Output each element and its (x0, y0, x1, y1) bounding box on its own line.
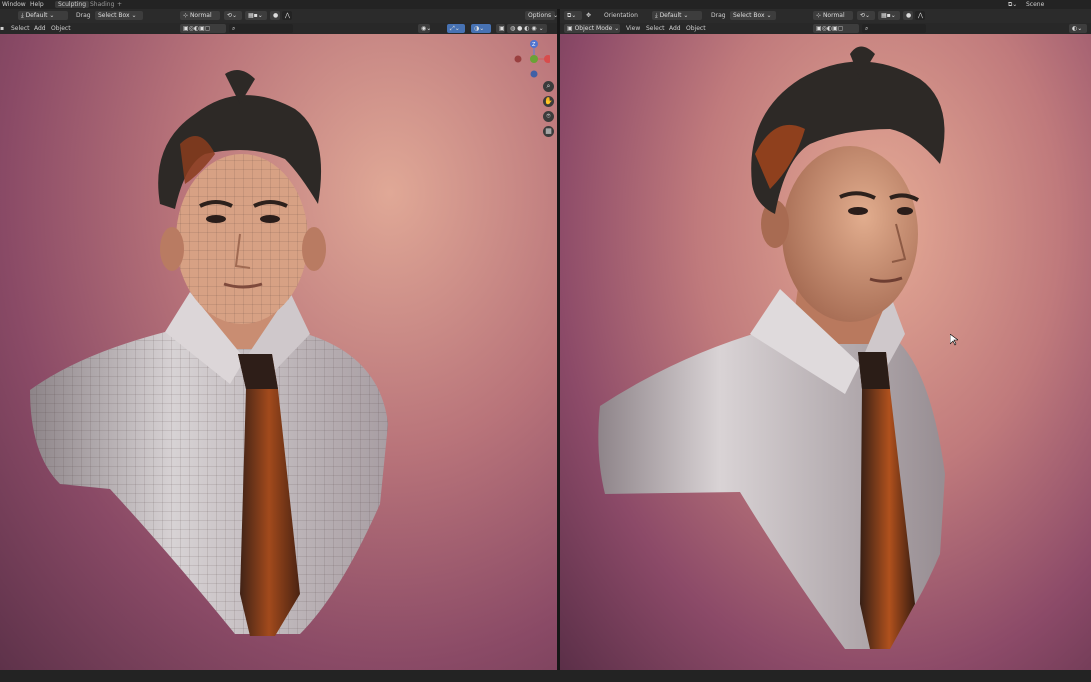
left-falloff-icon[interactable]: ⋀ (282, 11, 292, 20)
right-viewport-menubar: ▣ Object Mode ⌄ View Select Add Object ▣… (560, 23, 1091, 34)
tab-shading[interactable]: Shading (90, 1, 114, 8)
right-shading-icon[interactable]: ◐⌄ (1069, 24, 1087, 33)
left-snap-icon[interactable]: ▦▪⌄ (245, 11, 267, 20)
left-pivot-icon[interactable]: ⟲⌄ (224, 11, 242, 20)
right-proportional-icon[interactable]: ● (903, 11, 913, 20)
pan-hand-icon[interactable]: ✋ (543, 96, 554, 107)
right-selectability-icons[interactable]: ▣◎◐▣▢ (813, 24, 859, 33)
add-workspace-button[interactable]: + (117, 1, 122, 8)
right-filter-search[interactable]: ⌕ (862, 24, 926, 33)
mouse-cursor-icon (950, 334, 958, 346)
top-menu-bar: Window Help Sculpting Shading + ⧉⌄ Scene (0, 0, 1091, 9)
scene-selector-icon[interactable]: ⧉⌄ (1008, 1, 1017, 9)
right-3d-viewport[interactable] (560, 34, 1091, 670)
right-menu-view[interactable]: View (626, 24, 640, 33)
left-orientation-dropdown[interactable]: ⤓ Default ⌄ (18, 11, 68, 20)
right-orientation-value: Default (659, 12, 682, 19)
right-falloff-icon[interactable]: ⋀ (915, 11, 925, 20)
left-transform-value: Normal (189, 12, 212, 19)
left-transform-orientation-dropdown[interactable]: ⊹ Normal (180, 11, 220, 20)
right-menu-select[interactable]: Select (646, 24, 665, 33)
left-wireframe-bust (30, 70, 388, 636)
left-menu-select[interactable]: Select (11, 24, 30, 33)
left-options-label: Options (528, 12, 552, 19)
tab-sculpting[interactable]: Sculpting (55, 1, 90, 8)
scene-name[interactable]: Scene (1026, 1, 1044, 8)
zoom-icon[interactable]: ⌕ (543, 81, 554, 92)
right-orientation-label: Orientation (604, 12, 638, 19)
left-selectability-icons[interactable]: ▣◎◐▣▢ (180, 24, 226, 33)
menu-help[interactable]: Help (30, 1, 44, 8)
left-menu-object[interactable]: Object (51, 24, 71, 33)
left-options-dropdown[interactable]: Options ⌄ (525, 11, 558, 20)
right-editor-type-icon[interactable]: ⧉⌄ (564, 11, 582, 20)
left-menu-add[interactable]: Add (34, 24, 46, 33)
gizmo-z-label: Z (532, 42, 536, 48)
perspective-toggle-icon[interactable]: ▦ (543, 126, 554, 137)
left-viewport-menubar: ▪ Select Add Object ▣◎◐▣▢ ⌕ ◉⌄ ⤢⌄ ◑⌄ ▣ ◍… (0, 23, 557, 34)
left-filter-search[interactable]: ⌕ (229, 24, 293, 33)
right-drag-label: Drag (711, 12, 726, 19)
left-select-box-dropdown[interactable]: Select Box ⌄ (95, 11, 143, 20)
left-gizmo-toggle-icon[interactable]: ⤢⌄ (447, 24, 465, 33)
camera-view-icon[interactable]: ⌾ (543, 111, 554, 122)
right-transform-orientation-dropdown[interactable]: ⊹ Normal (813, 11, 853, 20)
status-bar (0, 670, 1091, 682)
right-transform-value: Normal (822, 12, 845, 19)
left-3d-viewport[interactable]: Z ⌕ ✋ ⌾ ▦ (0, 34, 557, 670)
right-viewport-header: ⧉⌄ ✥ Orientation ⤓ Default ⌄ Drag Select… (560, 9, 1091, 24)
right-pivot-icon[interactable]: ⟲⌄ (857, 11, 875, 20)
right-mode-value: Object Mode (574, 25, 613, 32)
right-select-box-dropdown[interactable]: Select Box ⌄ (730, 11, 776, 20)
left-overlay-toggle-icon[interactable]: ◑⌄ (471, 24, 491, 33)
right-orientation-dropdown[interactable]: ⤓ Default ⌄ (652, 11, 702, 20)
navigation-gizmo[interactable]: Z (510, 39, 550, 79)
right-snap-icon[interactable]: ▦▪⌄ (878, 11, 900, 20)
left-xray-icon[interactable]: ▣ (496, 24, 505, 33)
left-viewport-header: ⤓ Default ⌄ Drag Select Box ⌄ ⊹ Normal ⟲… (0, 9, 558, 24)
left-drag-label: Drag (76, 12, 91, 19)
right-shaded-bust (598, 46, 945, 649)
right-menu-add[interactable]: Add (669, 24, 681, 33)
left-orientation-value: Default (25, 12, 48, 19)
right-menu-object[interactable]: Object (686, 24, 706, 33)
left-editor-type-icon[interactable]: ▪ (0, 24, 4, 33)
right-mode-dropdown[interactable]: ▣ Object Mode ⌄ (564, 24, 620, 33)
left-proportional-icon[interactable]: ● (270, 11, 280, 20)
left-visibility-icon[interactable]: ◉⌄ (418, 24, 431, 33)
right-select-box-value: Select Box (733, 12, 765, 19)
left-shading-modes[interactable]: ◍ ● ◐ ◉ ⌄ (507, 24, 547, 33)
left-select-box-value: Select Box (98, 12, 130, 19)
menu-window[interactable]: Window (2, 1, 26, 8)
right-transform-gizmo-icon[interactable]: ✥ (586, 11, 591, 20)
